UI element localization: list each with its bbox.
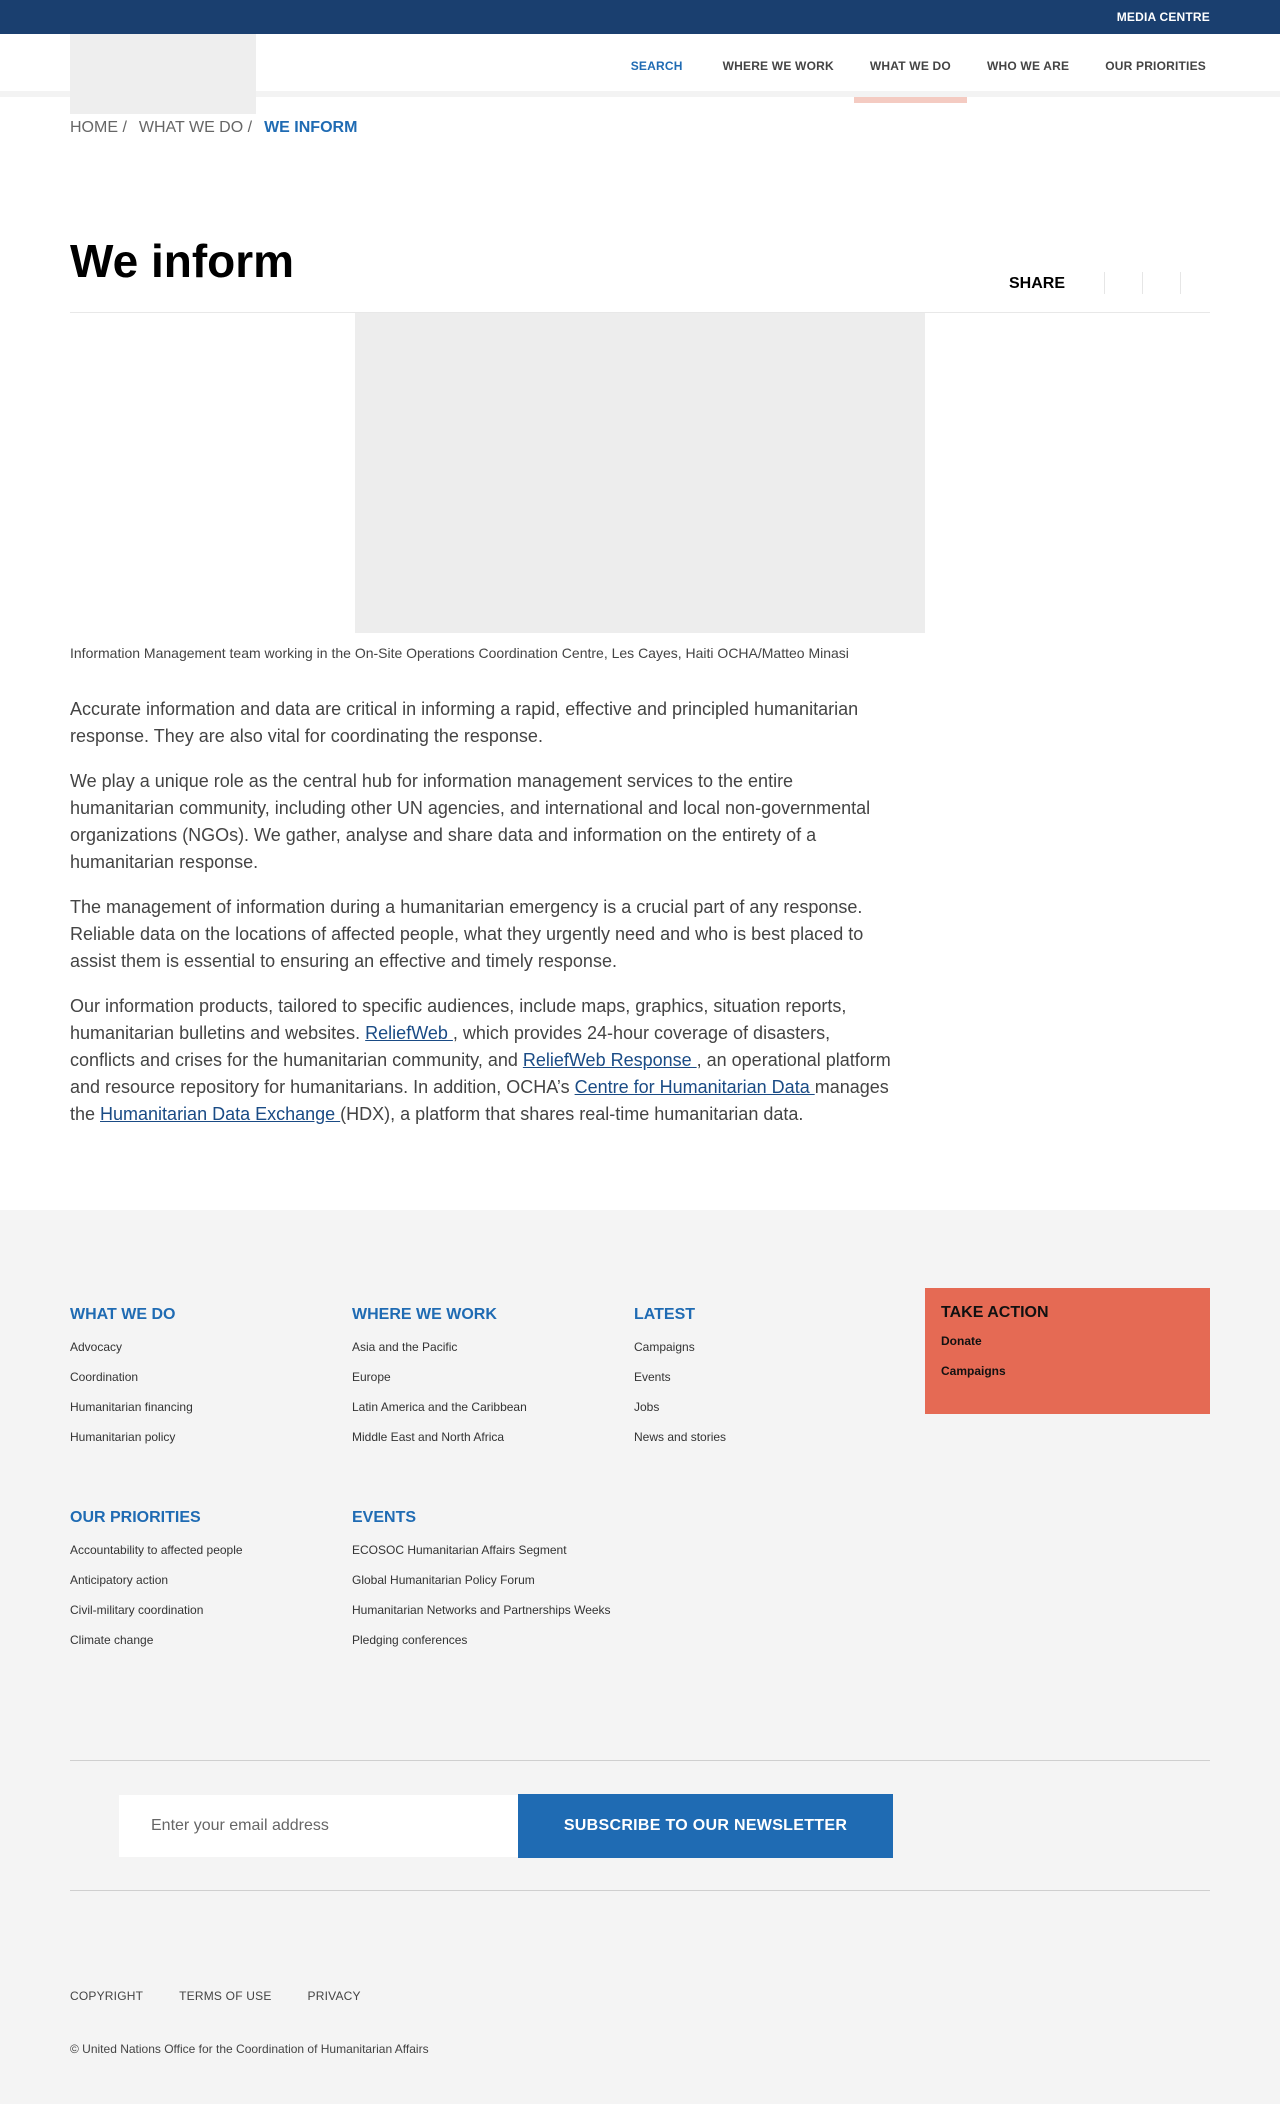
copyright-text: © United Nations Office for the Coordina… (70, 2042, 429, 2056)
footer-link[interactable]: Coordination (70, 1368, 193, 1398)
footer-link[interactable]: Anticipatory action (70, 1571, 243, 1601)
paragraph: Our information products, tailored to sp… (70, 993, 900, 1128)
footer-link[interactable]: Europe (352, 1368, 527, 1398)
footer-heading: WHERE WE WORK (352, 1306, 497, 1323)
footer-link[interactable]: Middle East and North Africa (352, 1428, 527, 1458)
site-logo[interactable] (70, 34, 256, 114)
take-action-box: TAKE ACTION Donate Campaigns (925, 1288, 1210, 1414)
footer-link[interactable]: Humanitarian Networks and Partnerships W… (352, 1601, 611, 1631)
share-label: SHARE (1009, 275, 1066, 292)
nav-who-we-are[interactable]: WHO WE ARE (983, 34, 1073, 97)
centre-humanitarian-data-link[interactable]: Centre for Humanitarian Data (575, 1077, 815, 1097)
breadcrumb-home[interactable]: HOME / (70, 119, 127, 137)
hdx-link[interactable]: Humanitarian Data Exchange (100, 1104, 340, 1124)
terms-of-use-link[interactable]: TERMS OF USE (179, 1989, 271, 2003)
footer-heading: EVENTS (352, 1509, 417, 1526)
take-action-heading: TAKE ACTION (941, 1304, 1049, 1321)
share-divider (1104, 272, 1105, 294)
footer-heading: WHAT WE DO (70, 1306, 176, 1323)
donate-link[interactable]: Donate (941, 1334, 1194, 1364)
main-nav: SEARCH WHERE WE WORK WHAT WE DO WHO WE A… (599, 34, 1210, 103)
breadcrumb-what-we-do[interactable]: WHAT WE DO / (139, 119, 252, 137)
media-centre-link[interactable]: MEDIA CENTRE (1117, 10, 1210, 24)
site-header: SEARCH WHERE WE WORK WHAT WE DO WHO WE A… (0, 34, 1280, 114)
page-title: We inform (70, 235, 295, 287)
footer-link[interactable]: News and stories (634, 1428, 726, 1458)
footer-link[interactable]: Jobs (634, 1398, 726, 1428)
image-caption: Information Management team working in t… (70, 645, 849, 661)
legal-links: COPYRIGHT TERMS OF USE PRIVACY (70, 1989, 397, 2003)
newsletter-email-input[interactable] (119, 1795, 519, 1857)
footer-col-events: EVENTS ECOSOC Humanitarian Affairs Segme… (352, 1509, 611, 1661)
reliefweb-response-link[interactable]: ReliefWeb Response (523, 1050, 697, 1070)
footer-link[interactable]: Climate change (70, 1631, 243, 1661)
footer-link[interactable]: Civil-military coordination (70, 1601, 243, 1631)
footer-link[interactable]: Accountability to affected people (70, 1541, 243, 1571)
footer-link[interactable]: Humanitarian policy (70, 1428, 193, 1458)
footer-col-our-priorities: OUR PRIORITIES Accountability to affecte… (70, 1509, 243, 1661)
nav-what-we-do[interactable]: WHAT WE DO (853, 34, 968, 103)
footer-link[interactable]: Global Humanitarian Policy Forum (352, 1571, 611, 1601)
footer-heading: LATEST (634, 1306, 696, 1323)
footer-divider (70, 1760, 1210, 1761)
footer-link[interactable]: Events (634, 1368, 726, 1398)
footer-link[interactable]: Campaigns (634, 1338, 726, 1368)
top-bar: MEDIA CENTRE (0, 0, 1280, 34)
article-body: Accurate information and data are critic… (70, 696, 900, 1146)
footer-link[interactable]: Pledging conferences (352, 1631, 611, 1661)
reliefweb-link[interactable]: ReliefWeb (365, 1023, 453, 1043)
footer-col-what-we-do: WHAT WE DO Advocacy Coordination Humanit… (70, 1306, 193, 1458)
footer-col-where-we-work: WHERE WE WORK Asia and the Pacific Europ… (352, 1306, 527, 1458)
nav-where-we-work[interactable]: WHERE WE WORK (719, 34, 838, 97)
site-footer: WHAT WE DO Advocacy Coordination Humanit… (0, 1210, 1280, 2104)
copyright-link[interactable]: COPYRIGHT (70, 1989, 143, 2003)
paragraph: Accurate information and data are critic… (70, 699, 859, 746)
footer-divider (70, 1890, 1210, 1891)
nav-our-priorities[interactable]: OUR PRIORITIES (1101, 34, 1210, 97)
paragraph: We play a unique role as the central hub… (70, 771, 871, 872)
subscribe-button[interactable]: SUBSCRIBE TO OUR NEWSLETTER (518, 1794, 893, 1858)
breadcrumb: HOME / WHAT WE DO / WE INFORM (70, 119, 365, 137)
share-divider (1180, 272, 1181, 294)
share-divider (1142, 272, 1143, 294)
footer-heading: OUR PRIORITIES (70, 1509, 201, 1526)
footer-link[interactable]: Latin America and the Caribbean (352, 1398, 527, 1428)
nav-search[interactable]: SEARCH (627, 34, 687, 97)
footer-col-latest: LATEST Campaigns Events Jobs News and st… (634, 1306, 726, 1458)
footer-link[interactable]: Humanitarian financing (70, 1398, 193, 1428)
breadcrumb-current: WE INFORM (264, 119, 358, 136)
footer-link[interactable]: Asia and the Pacific (352, 1338, 527, 1368)
privacy-link[interactable]: PRIVACY (308, 1989, 361, 2003)
footer-link[interactable]: ECOSOC Humanitarian Affairs Segment (352, 1541, 611, 1571)
campaigns-link[interactable]: Campaigns (941, 1364, 1194, 1394)
footer-link[interactable]: Advocacy (70, 1338, 193, 1368)
paragraph: The management of information during a h… (70, 897, 864, 971)
hero-image (355, 313, 925, 633)
text-segment: (HDX), a platform that shares real-time … (340, 1104, 804, 1124)
